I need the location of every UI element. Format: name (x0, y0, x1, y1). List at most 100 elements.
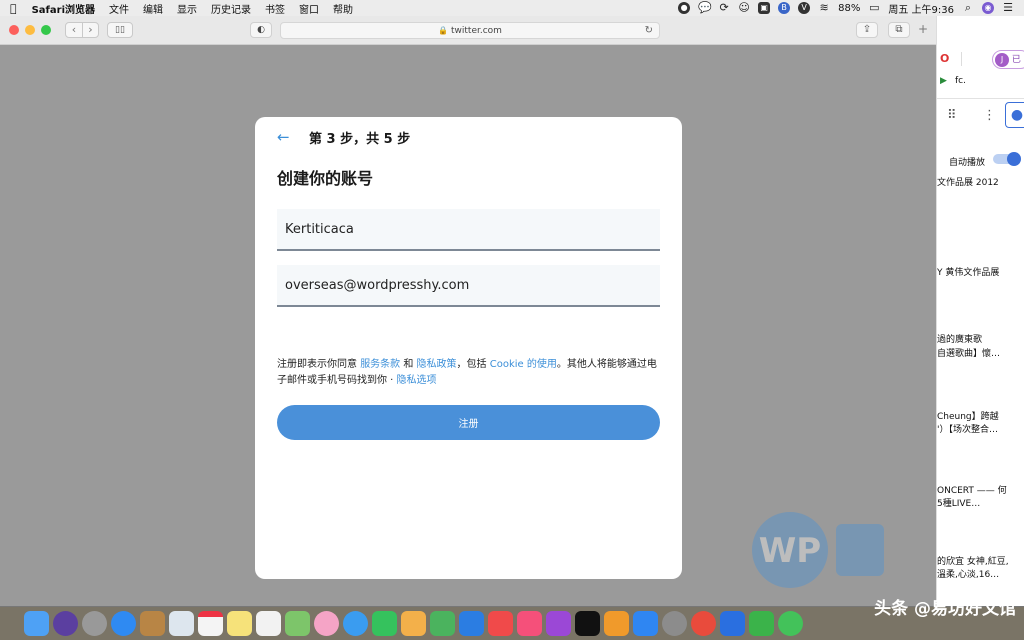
list-item[interactable]: 文作品展 2012 (937, 177, 999, 189)
apple-icon[interactable]:  (0, 2, 25, 15)
privacy-policy-link[interactable]: 隐私政策 (417, 359, 457, 370)
menu-app-name[interactable]: Safari浏览器 (25, 1, 102, 16)
wifi-icon[interactable]: ≋ (818, 2, 830, 14)
battery-percent: 88% (838, 2, 861, 14)
minimize-window-button[interactable] (25, 25, 35, 35)
messages-icon[interactable] (343, 611, 368, 636)
search-icon[interactable]: ⌕ (962, 2, 974, 14)
autoplay-toggle[interactable] (993, 152, 1021, 166)
menu-help[interactable]: 帮助 (326, 1, 360, 16)
pages-icon[interactable] (401, 611, 426, 636)
signup-button[interactable]: 注册 (277, 405, 660, 440)
apps-grid-icon[interactable]: ⠿ (947, 108, 957, 123)
maps-icon[interactable] (285, 611, 310, 636)
keynote-icon[interactable] (459, 611, 484, 636)
list-item[interactable]: 的欣宜 女神,紅豆, (937, 556, 1009, 568)
privacy-shield-icon[interactable]: ◐ (250, 22, 272, 38)
opera-icon[interactable]: O (940, 52, 949, 65)
menubar:  Safari浏览器 文件 编辑 显示 历史记录 书签 窗口 帮助 ● 💬 ⟳… (0, 0, 1024, 16)
photos-icon[interactable] (314, 611, 339, 636)
list-item[interactable]: 5種LIVE… (937, 498, 980, 510)
status-blue-icon[interactable]: B (778, 2, 791, 14)
watermark: 头条 @易坊好文馆 (874, 599, 1016, 619)
dock (0, 606, 1024, 640)
address-bar[interactable]: 🔒 twitter.com ↻ (280, 22, 660, 39)
status-app-icon[interactable]: ● (678, 2, 691, 14)
contacts-icon[interactable] (140, 611, 165, 636)
profile-button[interactable]: J 已 (992, 50, 1024, 69)
menu-view[interactable]: 显示 (170, 1, 204, 16)
books-icon[interactable] (604, 611, 629, 636)
clock[interactable]: 周五 上午9:36 (888, 1, 954, 16)
menu-window[interactable]: 窗口 (292, 1, 326, 16)
calendar-icon[interactable] (198, 611, 223, 636)
reload-icon[interactable]: ↻ (645, 25, 653, 36)
chrome-icon[interactable] (691, 611, 716, 636)
step-indicator: 第 3 步，共 5 步 (309, 131, 411, 147)
name-value: Kertiticaca (285, 221, 354, 237)
forward-icon[interactable]: › (82, 23, 98, 37)
list-item[interactable]: Cheung】跨越 (937, 411, 999, 423)
svg-text:WP: WP (759, 531, 821, 571)
chat-icon[interactable]: ☺ (738, 2, 750, 14)
siri-icon[interactable]: ◉ (982, 2, 994, 14)
list-item[interactable]: 溫柔,心淡,16… (937, 569, 999, 581)
facetime-icon[interactable] (372, 611, 397, 636)
list-item[interactable]: 自選歌曲】懷… (937, 348, 1000, 360)
news-icon[interactable] (488, 611, 513, 636)
signup-button-label: 注册 (458, 419, 479, 430)
podcasts-icon[interactable] (546, 611, 571, 636)
numbers-icon[interactable] (430, 611, 455, 636)
name-field[interactable]: Kertiticaca (277, 209, 660, 251)
terms-and: 和 (400, 359, 417, 370)
siri-dock-icon[interactable] (53, 611, 78, 636)
system-preferences-icon[interactable] (662, 611, 687, 636)
tv-icon[interactable] (575, 611, 600, 636)
notes-icon[interactable] (227, 611, 252, 636)
back-icon[interactable]: ‹ (66, 23, 82, 37)
reminders-icon[interactable] (256, 611, 281, 636)
list-item[interactable]: '）【场次整合… (937, 424, 998, 436)
launchpad-icon[interactable] (82, 611, 107, 636)
page-title: 创建你的账号 (277, 169, 374, 188)
list-item[interactable]: ONCERT —— 何 (937, 485, 1007, 497)
iqiyi-icon[interactable] (749, 611, 774, 636)
toggle-knob (1007, 152, 1021, 166)
preview-icon[interactable] (169, 611, 194, 636)
new-tab-icon[interactable]: + (918, 22, 928, 36)
cookie-use-link[interactable]: Cookie 的使用 (490, 359, 557, 370)
privacy-options-link[interactable]: 隐私选项 (397, 375, 437, 386)
app-store-icon[interactable] (633, 611, 658, 636)
safari-icon[interactable] (111, 611, 136, 636)
menu-bookmarks[interactable]: 书签 (258, 1, 292, 16)
bookmark-icon[interactable]: ▶ (940, 76, 947, 86)
battery-icon[interactable]: ▭ (868, 2, 880, 14)
back-arrow-icon[interactable]: ← (277, 128, 307, 146)
wechat-icon[interactable]: 💬 (698, 2, 712, 14)
zoom-window-button[interactable] (41, 25, 51, 35)
menu-history[interactable]: 历史记录 (204, 1, 258, 16)
menu-edit[interactable]: 编辑 (136, 1, 170, 16)
list-item[interactable]: Y 黄伟文作品展 (937, 267, 999, 279)
word-icon[interactable] (720, 611, 745, 636)
tab-overview-icon[interactable]: ⧉ (888, 22, 910, 38)
address-url: twitter.com (451, 25, 502, 36)
music-icon[interactable] (517, 611, 542, 636)
sync-icon[interactable]: ⟳ (718, 2, 730, 14)
terms-of-service-link[interactable]: 服务条款 (360, 359, 400, 370)
status-v-icon[interactable]: V (798, 2, 811, 14)
email-field[interactable]: overseas@wordpresshy.com (277, 265, 660, 307)
close-window-button[interactable] (9, 25, 19, 35)
finder-icon[interactable] (24, 611, 49, 636)
status-box-icon[interactable]: ▣ (758, 2, 771, 14)
bookmark-label[interactable]: fc. (955, 76, 966, 86)
wp-watermark-icon: WP (752, 512, 884, 588)
sidebar-toggle-icon[interactable]: ▯▯ (107, 22, 133, 38)
share-icon[interactable]: ⇪ (856, 22, 878, 38)
account-icon[interactable]: ● (1005, 102, 1024, 128)
more-options-icon[interactable]: ⋮ (983, 108, 996, 123)
wechat-dock-icon[interactable] (778, 611, 803, 636)
notification-center-icon[interactable]: ☰ (1002, 2, 1014, 14)
list-item[interactable]: 過的廣東歌 (937, 334, 982, 346)
menu-file[interactable]: 文件 (102, 1, 136, 16)
